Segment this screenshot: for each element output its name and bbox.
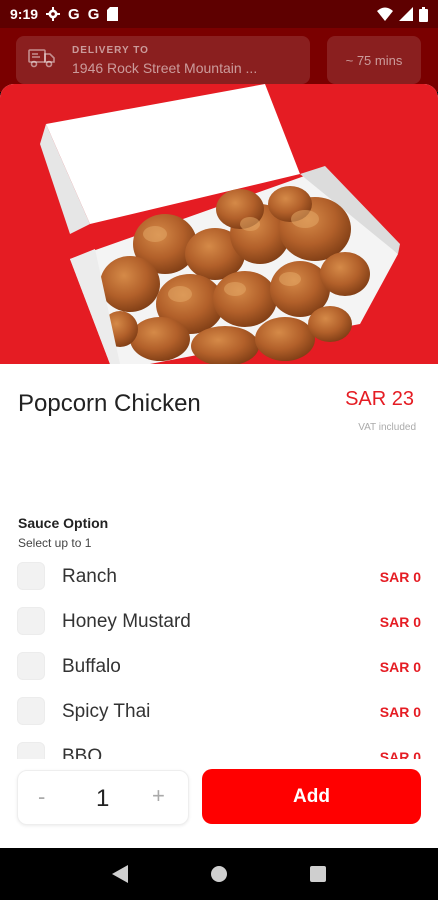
product-price: SAR 23 — [345, 388, 414, 410]
status-bar: 9:19 G G — [0, 0, 438, 28]
option-label: Honey Mustard — [62, 611, 191, 632]
sd-card-icon — [107, 7, 119, 21]
vat-note: VAT included — [358, 422, 416, 433]
option-label: BBQ — [62, 746, 103, 759]
battery-icon — [419, 6, 428, 22]
product-image — [0, 84, 438, 364]
option-price: SAR 0 — [379, 614, 421, 630]
option-row-spicy-thai[interactable]: Spicy Thai SAR 0 — [0, 689, 438, 734]
option-price: SAR 0 — [379, 704, 421, 720]
option-group-title: Sauce Option — [18, 515, 109, 531]
option-price: SAR 0 — [379, 569, 421, 585]
option-label: Buffalo — [62, 656, 121, 677]
option-row-ranch[interactable]: Ranch SAR 0 — [0, 554, 438, 599]
option-price: SAR 0 — [379, 749, 421, 759]
quantity-stepper: - 1 + — [17, 770, 189, 825]
option-row-buffalo[interactable]: Buffalo SAR 0 — [0, 644, 438, 689]
decrease-quantity-button[interactable]: - — [38, 784, 45, 810]
truck-icon — [28, 47, 56, 74]
google-icon: G — [87, 5, 100, 23]
option-checkbox[interactable] — [17, 562, 45, 590]
home-icon[interactable] — [199, 854, 239, 894]
chevron-down-icon[interactable] — [194, 142, 246, 161]
option-row-bbq[interactable]: BBQ SAR 0 — [0, 734, 438, 759]
signal-icon — [399, 7, 413, 21]
delivery-label: DELIVERY TO — [72, 44, 149, 56]
wifi-icon — [377, 7, 393, 21]
back-icon[interactable] — [100, 854, 140, 894]
add-to-cart-button[interactable]: Add — [202, 769, 421, 824]
product-sheet: Popcorn Chicken SAR 23 VAT included Sauc… — [0, 84, 438, 848]
option-checkbox[interactable] — [17, 607, 45, 635]
quantity-value: 1 — [96, 785, 110, 812]
increase-quantity-button[interactable]: + — [152, 783, 165, 809]
cart-bar: - 1 + Add — [0, 759, 438, 848]
sauce-option-list: Ranch SAR 0 Honey Mustard SAR 0 Buffalo … — [0, 554, 438, 759]
option-label: Ranch — [62, 566, 117, 587]
system-nav-bar — [0, 848, 438, 900]
eta-text: ~ 75 mins — [345, 52, 403, 68]
option-checkbox[interactable] — [17, 742, 45, 759]
option-row-honey-mustard[interactable]: Honey Mustard SAR 0 — [0, 599, 438, 644]
product-title: Popcorn Chicken — [18, 390, 201, 417]
delivery-address-selector[interactable]: DELIVERY TO 1946 Rock Street Mountain ..… — [16, 36, 310, 84]
option-price: SAR 0 — [379, 659, 421, 675]
delivery-header: DELIVERY TO 1946 Rock Street Mountain ..… — [0, 28, 438, 92]
option-checkbox[interactable] — [17, 652, 45, 680]
eta-badge[interactable]: ~ 75 mins — [327, 36, 421, 84]
delivery-address: 1946 Rock Street Mountain ... — [72, 59, 258, 76]
recents-icon[interactable] — [298, 854, 338, 894]
gear-icon — [46, 7, 61, 21]
option-label: Spicy Thai — [62, 701, 151, 722]
option-group-subtitle: Select up to 1 — [18, 536, 92, 550]
status-time: 9:19 — [10, 6, 39, 22]
option-checkbox[interactable] — [17, 697, 45, 725]
google-icon: G — [68, 5, 80, 23]
